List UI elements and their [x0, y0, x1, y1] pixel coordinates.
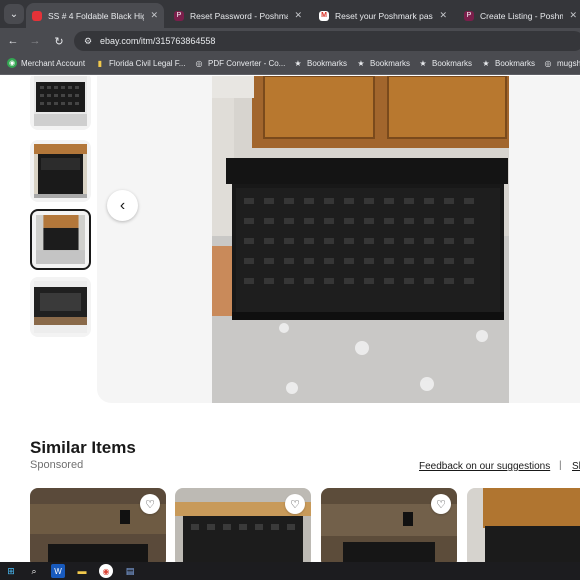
- tab-title: Create Listing - Poshmark: [480, 10, 564, 21]
- watch-heart-button[interactable]: ♡: [431, 494, 451, 514]
- tab-search-button[interactable]: ⌄: [4, 4, 24, 24]
- bookmark-label: PDF Converter - Co...: [208, 58, 286, 68]
- thumbnail-4[interactable]: [30, 277, 91, 337]
- chevron-down-icon: ⌄: [9, 8, 19, 20]
- close-icon[interactable]: ✕: [150, 10, 158, 21]
- tab-title: Reset your Poshmark passw: [335, 10, 434, 21]
- bookmark-label: Florida Civil Legal F...: [109, 58, 186, 68]
- watch-heart-button[interactable]: ♡: [285, 494, 305, 514]
- site-info-icon[interactable]: ⚙: [82, 35, 94, 47]
- file-explorer-icon[interactable]: ▬: [75, 564, 89, 578]
- app-icon[interactable]: ▤: [123, 564, 137, 578]
- bookmark-label: Bookmarks: [307, 58, 348, 68]
- word-icon[interactable]: W: [51, 564, 65, 578]
- bookmark-label: Bookmarks: [370, 58, 411, 68]
- previous-image-button[interactable]: ‹: [107, 190, 138, 221]
- bookmark-label: mugsh: [557, 58, 580, 68]
- search-icon[interactable]: ⌕: [27, 564, 41, 578]
- star-icon: ★: [357, 58, 365, 68]
- forward-button[interactable]: →: [26, 32, 44, 50]
- tab-reset-password[interactable]: P Reset Password - Poshmark ✕: [168, 3, 308, 28]
- similar-item-image: [467, 488, 580, 562]
- similar-item-card[interactable]: ♡: [175, 488, 311, 562]
- thumbnail-2[interactable]: [30, 140, 91, 202]
- sponsored-label: Sponsored: [30, 459, 84, 471]
- bookmark-florida-civil-legal[interactable]: ▮ Florida Civil Legal F...: [95, 58, 186, 68]
- address-bar[interactable]: ⚙ ebay.com/itm/315763864558: [74, 31, 580, 51]
- bookmark-bookmarks-4[interactable]: ★ Bookmarks: [481, 58, 535, 68]
- heart-icon: ♡: [145, 498, 155, 511]
- browser-toolbar: ← → ↻ ⚙ ebay.com/itm/315763864558: [0, 28, 580, 54]
- ebay-page: ‹ Similar Items Sponsored Feedback on ou…: [0, 76, 580, 562]
- thumbnail-image: [34, 144, 87, 198]
- tab-title: Reset Password - Poshmark: [190, 10, 289, 21]
- url-text: ebay.com/itm/315763864558: [100, 36, 216, 46]
- bookmark-bookmarks-1[interactable]: ★ Bookmarks: [293, 58, 347, 68]
- bookmark-merchant-account[interactable]: ◉ Merchant Account: [7, 58, 85, 68]
- arrow-right-icon: →: [29, 35, 41, 47]
- merchant-icon: ◉: [7, 58, 17, 68]
- star-icon: ★: [482, 58, 490, 68]
- globe-icon: ◎: [544, 58, 552, 68]
- thumbnail-image: [36, 215, 85, 264]
- similar-item-card[interactable]: ♡: [30, 488, 166, 562]
- thumbnail-image: [34, 281, 87, 333]
- bookmark-folder-icon: ▮: [97, 58, 103, 68]
- feedback-link[interactable]: Feedback on our suggestions: [419, 461, 550, 472]
- chrome-icon[interactable]: ◉: [99, 564, 113, 578]
- bookmark-label: Merchant Account: [21, 58, 86, 68]
- similar-item-card[interactable]: ♡: [321, 488, 457, 562]
- bookmark-bookmarks-3[interactable]: ★ Bookmarks: [418, 58, 472, 68]
- link-separator: |: [559, 460, 562, 471]
- product-photo: [212, 76, 509, 403]
- watch-heart-button[interactable]: ♡: [140, 494, 160, 514]
- bookmark-pdf-converter[interactable]: ◎ PDF Converter - Co...: [194, 58, 286, 68]
- windows-taskbar: ⊞ ⌕ W ▬ ◉ ▤: [0, 562, 580, 580]
- tab-title: SS # 4 Foldable Black High D: [48, 10, 145, 21]
- thumbnail-1[interactable]: [30, 76, 91, 130]
- thumbnail-3-selected[interactable]: [30, 209, 91, 270]
- heart-icon: ♡: [436, 498, 446, 511]
- tab-gmail[interactable]: M Reset your Poshmark passw ✕: [313, 3, 453, 28]
- similar-item-card[interactable]: ♡: [467, 488, 580, 562]
- thumbnail-image: [34, 76, 87, 126]
- bookmarks-bar: ◉ Merchant Account ▮ Florida Civil Legal…: [0, 54, 580, 75]
- tab-create-listing[interactable]: P Create Listing - Poshmark ✕: [458, 3, 580, 28]
- close-icon[interactable]: ✕: [294, 10, 302, 21]
- poshmark-icon: P: [464, 10, 474, 21]
- bookmark-bookmarks-2[interactable]: ★ Bookmarks: [356, 58, 410, 68]
- windows-start-icon[interactable]: ⊞: [4, 564, 18, 578]
- similar-items-title: Similar Items: [30, 438, 136, 457]
- tab-ebay-listing[interactable]: SS # 4 Foldable Black High D ✕: [26, 3, 164, 28]
- reload-icon: ↻: [54, 35, 64, 48]
- bookmark-label: Bookmarks: [432, 58, 473, 68]
- tab-strip: ⌄ SS # 4 Foldable Black High D ✕ P Reset…: [0, 0, 580, 28]
- chevron-left-icon: ‹: [119, 196, 126, 214]
- heart-icon: ♡: [290, 498, 300, 511]
- globe-icon: ◎: [195, 58, 203, 68]
- main-product-image[interactable]: [212, 76, 509, 403]
- close-icon[interactable]: ✕: [569, 10, 577, 21]
- bookmark-label: Bookmarks: [495, 58, 536, 68]
- star-icon: ★: [419, 58, 427, 68]
- poshmark-icon: P: [174, 10, 184, 21]
- gmail-icon: M: [319, 10, 329, 21]
- ebay-icon: [32, 10, 42, 21]
- bookmark-mugsh[interactable]: ◎ mugsh: [543, 58, 580, 68]
- close-icon[interactable]: ✕: [439, 10, 447, 21]
- arrow-left-icon: ←: [7, 35, 19, 47]
- back-button[interactable]: ←: [4, 32, 22, 50]
- reload-button[interactable]: ↻: [50, 32, 68, 50]
- share-link[interactable]: Sh: [572, 461, 580, 472]
- star-icon: ★: [294, 58, 302, 68]
